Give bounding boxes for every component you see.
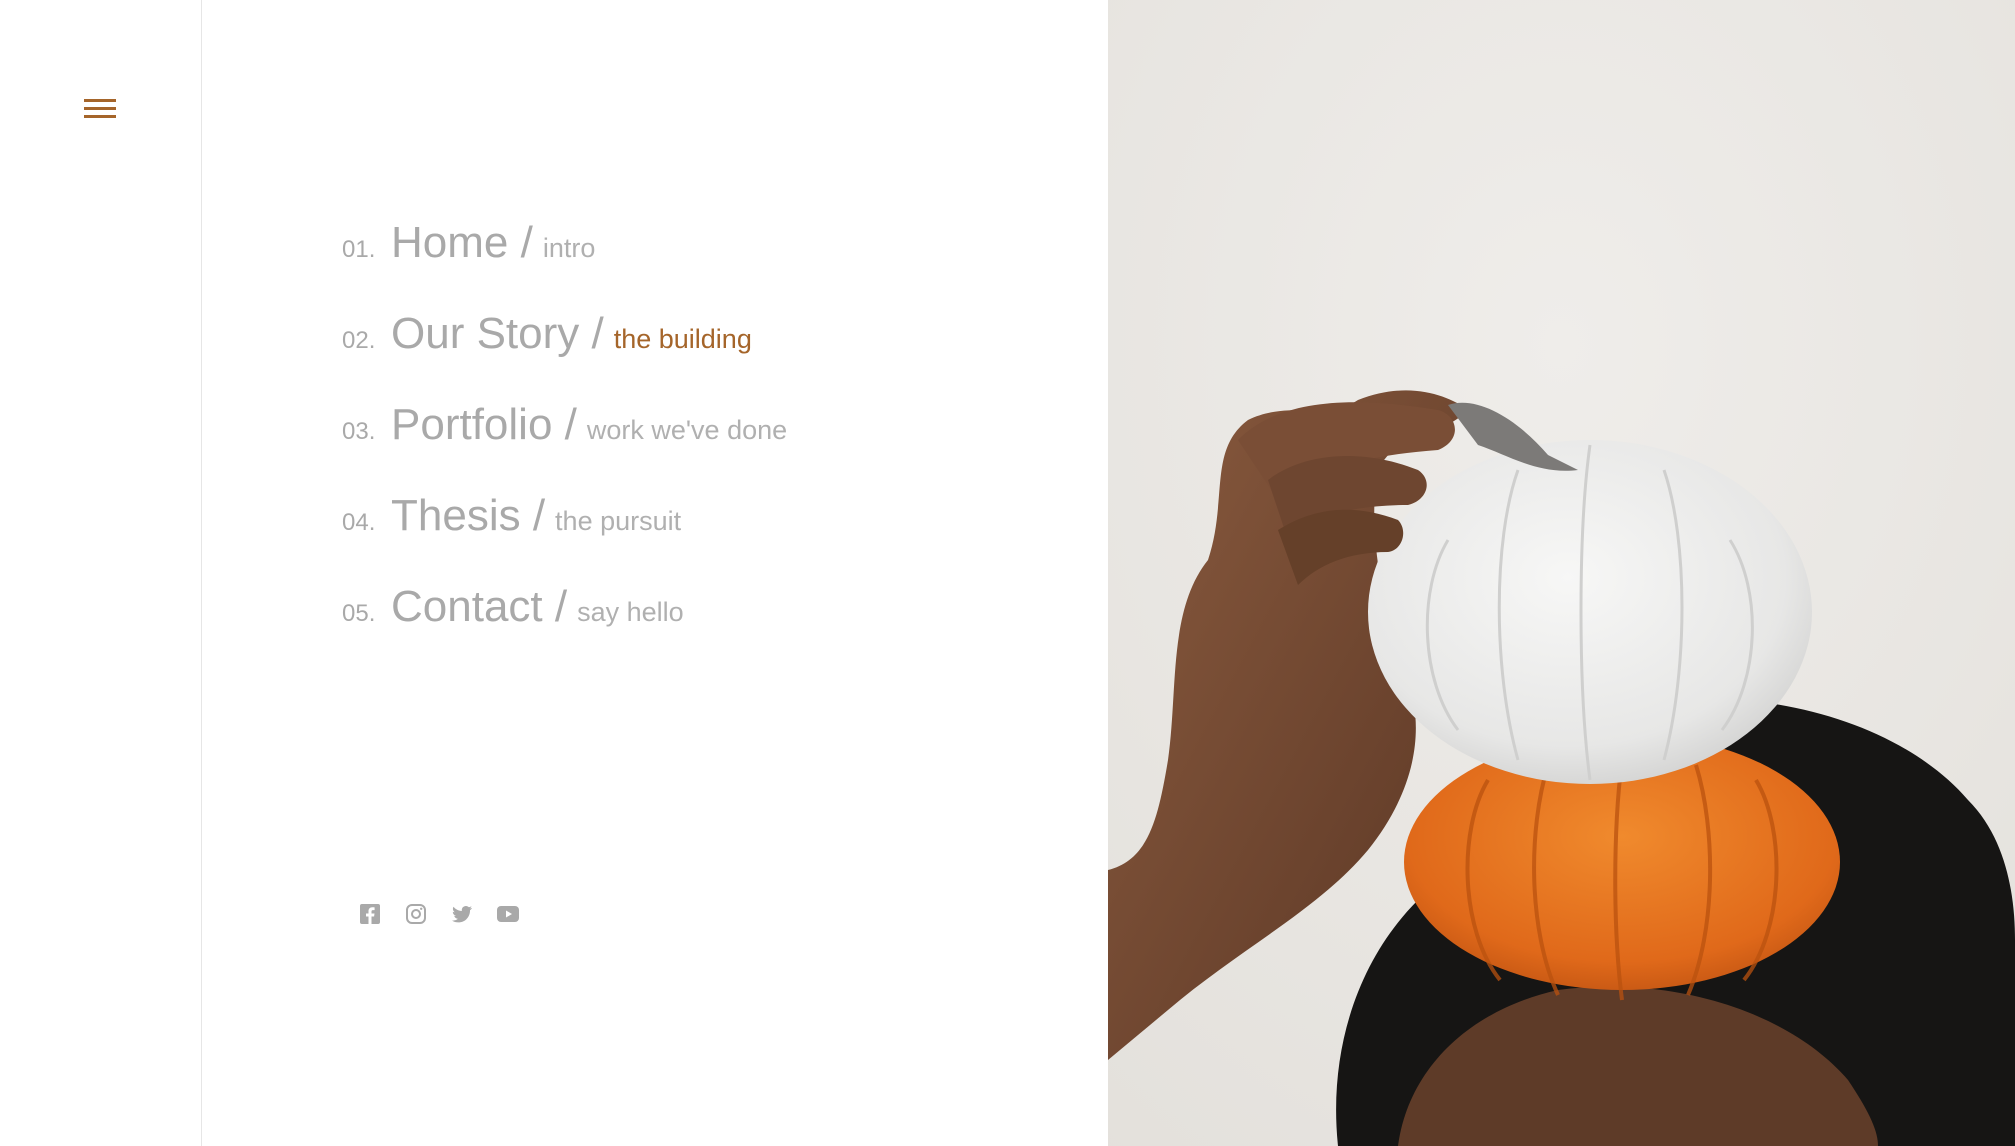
menu-item-title: Home / xyxy=(391,218,533,267)
menu-item-title: Our Story / xyxy=(391,309,604,358)
menu-item-thesis[interactable]: 04. Thesis / the pursuit xyxy=(342,491,787,582)
social-links xyxy=(358,902,520,926)
main-menu: 01. Home / intro 02. Our Story / the bui… xyxy=(342,218,787,673)
menu-item-number: 02. xyxy=(342,327,376,354)
menu-item-title: Portfolio / xyxy=(391,400,577,449)
hamburger-line xyxy=(84,107,116,110)
menu-item-number: 01. xyxy=(342,236,376,263)
menu-item-subtitle: work we've done xyxy=(586,415,788,445)
menu-item-number: 04. xyxy=(342,509,376,536)
hand-holding-pumpkins-image xyxy=(1108,0,2015,1146)
twitter-icon[interactable] xyxy=(450,902,474,926)
menu-item-number: 05. xyxy=(342,600,376,627)
menu-item-subtitle: the building xyxy=(613,324,752,354)
menu-item-home[interactable]: 01. Home / intro xyxy=(342,218,787,309)
menu-item-contact[interactable]: 05. Contact / say hello xyxy=(342,582,787,673)
menu-item-title: Contact / xyxy=(391,582,568,631)
hamburger-line xyxy=(84,99,116,102)
menu-item-subtitle: say hello xyxy=(577,597,684,627)
menu-item-subtitle: the pursuit xyxy=(555,506,682,536)
instagram-icon[interactable] xyxy=(404,902,428,926)
facebook-icon[interactable] xyxy=(358,902,382,926)
menu-item-subtitle: intro xyxy=(542,233,596,263)
youtube-icon[interactable] xyxy=(496,902,520,926)
hamburger-menu-icon[interactable] xyxy=(84,99,116,123)
sidebar xyxy=(0,0,202,1146)
hamburger-line xyxy=(84,115,116,118)
menu-item-number: 03. xyxy=(342,418,376,445)
menu-item-our-story[interactable]: 02. Our Story / the building xyxy=(342,309,787,400)
menu-item-portfolio[interactable]: 03. Portfolio / work we've done xyxy=(342,400,787,491)
menu-item-title: Thesis / xyxy=(391,491,546,540)
